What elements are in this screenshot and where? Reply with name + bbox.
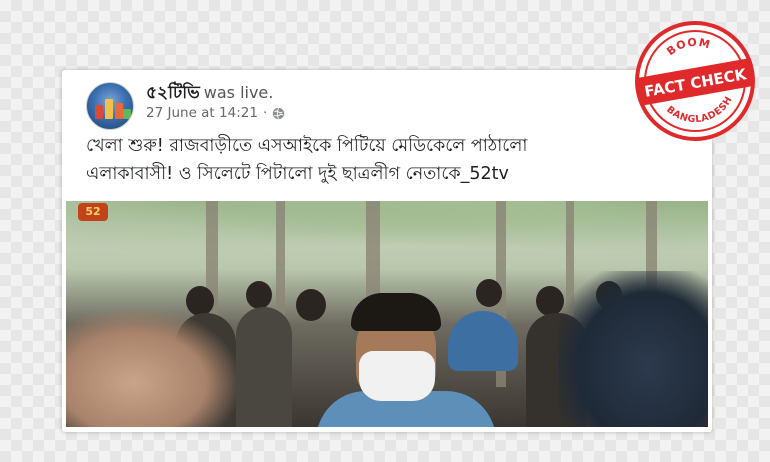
page-name-link[interactable]: ৫২টিভি: [146, 83, 200, 103]
facebook-post-card: ৫২টিভি was live. 27 June at 14:21 · খেলা …: [62, 70, 712, 432]
page-name-line: ৫২টিভি was live.: [146, 80, 273, 108]
meta-separator: ·: [262, 105, 268, 121]
channel-logo: 52: [78, 203, 108, 221]
live-status: was live.: [203, 83, 274, 102]
live-video-player[interactable]: 52: [66, 201, 708, 427]
fact-check-stamp: BOOM FACT CHECK BANGLADESH: [635, 21, 755, 141]
masked-man-hair: [351, 293, 441, 331]
crowd-head: [296, 289, 326, 321]
video-foliage: [66, 201, 708, 261]
crowd-person: [236, 307, 292, 427]
page-avatar[interactable]: [86, 82, 134, 130]
post-header: ৫২টিভি was live. 27 June at 14:21 ·: [86, 78, 692, 130]
crowd-head: [246, 281, 272, 309]
post-meta: 27 June at 14:21 ·: [146, 105, 285, 121]
face-mask: [359, 351, 435, 401]
post-text-line: খেলা শুরু! রাজবাড়ীতে এসআইকে পিটিয়ে মেড…: [86, 136, 528, 156]
crowd-head: [476, 279, 502, 307]
post-timestamp[interactable]: 27 June at 14:21: [146, 105, 258, 121]
blurred-hand: [66, 311, 236, 427]
post-text-line: এলাকাবাসী! ও সিলেটে পিটালো দুই ছাত্রলীগ …: [86, 164, 509, 184]
blurred-figure: [558, 271, 708, 427]
post-message: খেলা শুরু! রাজবাড়ীতে এসআইকে পিটিয়ে মেড…: [86, 132, 692, 188]
globe-icon: [273, 107, 285, 119]
police-helmet: [448, 311, 518, 371]
